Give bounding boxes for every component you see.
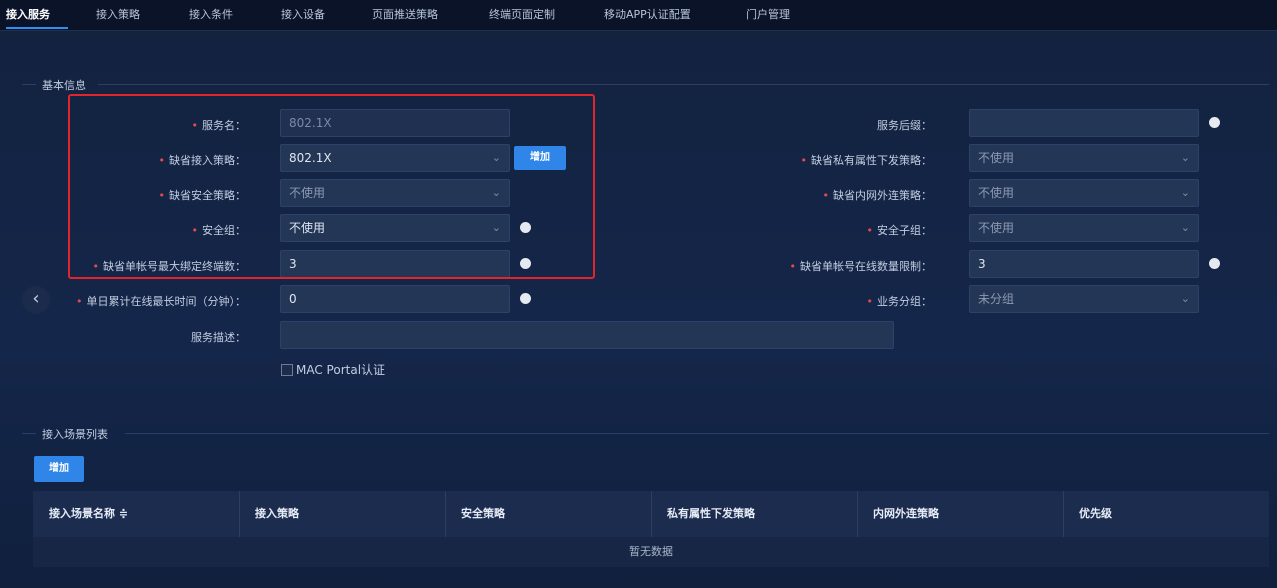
add-scene-button[interactable]: 增加 [34, 456, 84, 482]
chevron-down-icon: ⌄ [1180, 221, 1190, 234]
section-title-basic-info: 基本信息 [42, 79, 86, 92]
business-group-label: • 业务分组： [866, 295, 933, 308]
tab-page-push-policy[interactable]: 页面推送策略 [372, 6, 438, 22]
column-divider [1063, 491, 1064, 537]
back-arrow-icon[interactable]: ‹ [22, 286, 50, 314]
default-intranet-policy-label: • 缺省内网外连策略： [822, 189, 933, 202]
default-intranet-policy-select[interactable]: 不使用 ⌄ [969, 179, 1199, 207]
section-divider [22, 433, 36, 434]
table-header: 接入场景名称 ≑ 接入策略 安全策略 私有属性下发策略 内网外连策略 优先级 [33, 491, 1269, 537]
column-header-private-attr-policy: 私有属性下发策略 [667, 507, 755, 520]
service-suffix-input[interactable] [969, 109, 1199, 137]
daily-online-time-input[interactable]: 0 [280, 285, 510, 313]
online-limit-input[interactable]: 3 [969, 250, 1199, 278]
chevron-down-icon: ⌄ [1180, 186, 1190, 199]
chevron-down-icon: ⌄ [1180, 151, 1190, 164]
chevron-down-icon: ⌄ [1180, 292, 1190, 305]
scene-table: 接入场景名称 ≑ 接入策略 安全策略 私有属性下发策略 内网外连策略 优先级 暂… [33, 491, 1269, 567]
column-divider [445, 491, 446, 537]
tab-terminal-page-custom[interactable]: 终端页面定制 [489, 6, 555, 22]
business-group-select[interactable]: 未分组 ⌄ [969, 285, 1199, 313]
section-title-scene-list: 接入场景列表 [42, 428, 108, 441]
tab-mobile-app-auth[interactable]: 移动APP认证配置 [604, 6, 691, 22]
security-subgroup-label: • 安全子组： [866, 224, 933, 237]
top-tab-bar: 接入服务 接入策略 接入条件 接入设备 页面推送策略 终端页面定制 移动APP认… [0, 0, 1277, 31]
tab-access-service[interactable]: 接入服务 [6, 6, 50, 22]
service-desc-input[interactable] [280, 321, 894, 349]
table-body: 暂无数据 [33, 537, 1269, 567]
column-header-scene-name[interactable]: 接入场景名称 ≑ [49, 491, 128, 537]
column-header-security-policy: 安全策略 [461, 507, 505, 520]
info-icon[interactable] [520, 293, 531, 304]
column-header-intranet-policy: 内网外连策略 [873, 507, 939, 520]
tab-access-device[interactable]: 接入设备 [281, 6, 325, 22]
daily-online-time-label: • 单日累计在线最长时间（分钟）： [76, 295, 246, 308]
highlight-box [68, 94, 595, 279]
section-divider [22, 84, 36, 85]
column-header-access-policy: 接入策略 [255, 507, 299, 520]
active-tab-indicator [6, 27, 68, 29]
column-divider [651, 491, 652, 537]
column-divider [239, 491, 240, 537]
default-private-attr-policy-label: • 缺省私有属性下发策略： [800, 154, 933, 167]
column-divider [857, 491, 858, 537]
section-divider [125, 433, 1269, 434]
default-private-attr-policy-select[interactable]: 不使用 ⌄ [969, 144, 1199, 172]
section-divider [98, 84, 1269, 85]
column-header-priority: 优先级 [1079, 507, 1112, 520]
mac-portal-label[interactable]: MAC Portal认证 [296, 361, 385, 378]
empty-state-text: 暂无数据 [629, 545, 673, 558]
online-limit-label: • 缺省单帐号在线数量限制： [789, 260, 933, 273]
info-icon[interactable] [1209, 117, 1220, 128]
tab-access-condition[interactable]: 接入条件 [189, 6, 233, 22]
security-subgroup-select[interactable]: 不使用 ⌄ [969, 214, 1199, 242]
service-desc-label: 服务描述： [191, 331, 246, 344]
tab-access-policy[interactable]: 接入策略 [96, 6, 140, 22]
mac-portal-checkbox[interactable] [281, 364, 293, 376]
service-suffix-label: 服务后缀： [877, 119, 932, 132]
info-icon[interactable] [1209, 258, 1220, 269]
tab-portal-management[interactable]: 门户管理 [746, 6, 790, 22]
